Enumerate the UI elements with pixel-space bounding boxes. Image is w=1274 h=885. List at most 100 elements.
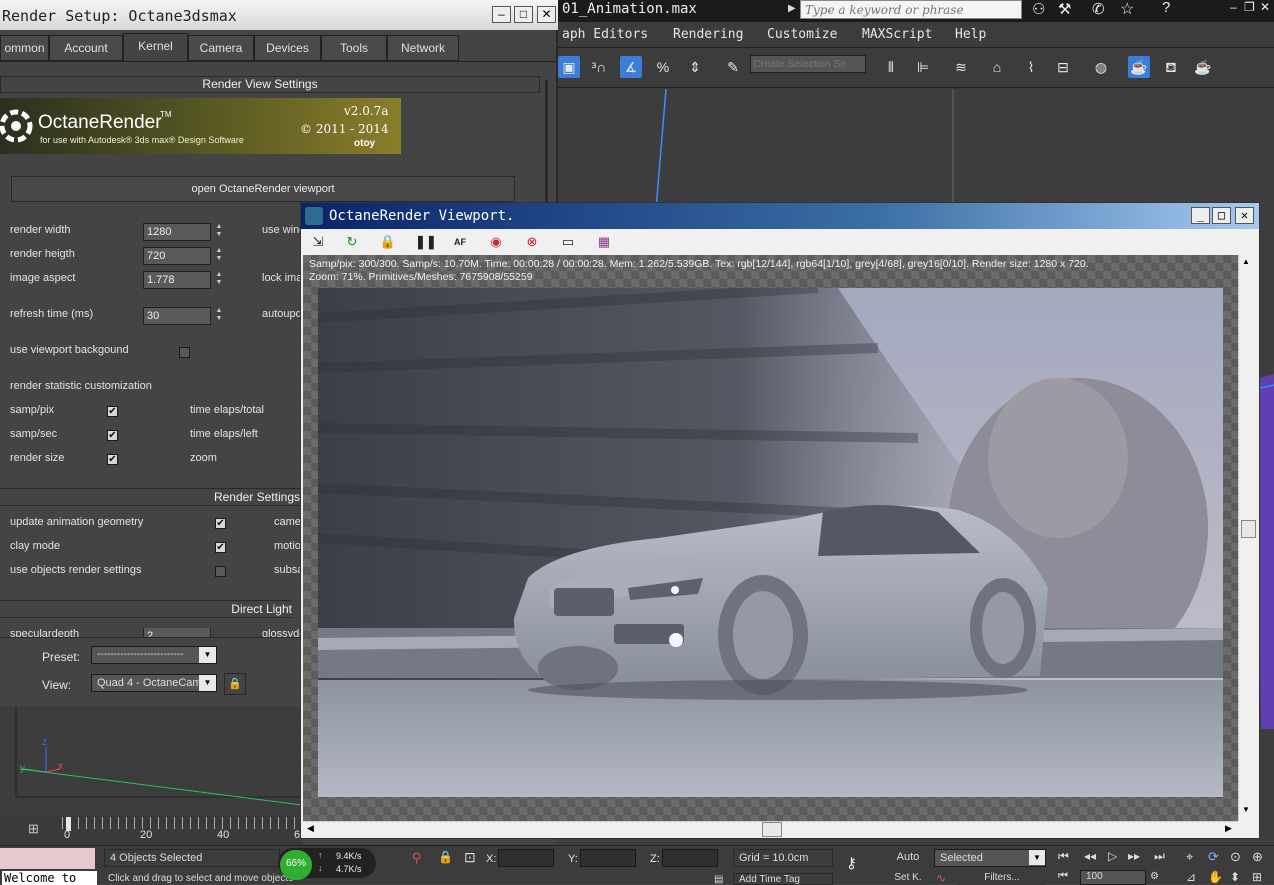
menu-maxscript[interactable]: MAXScript (862, 27, 932, 42)
menu-rendering[interactable]: Rendering (673, 27, 743, 42)
render-canvas[interactable]: Samp/pix: 300/300. Samp/s: 10.70M. Time:… (303, 255, 1238, 821)
maxscript-listener-mini[interactable] (0, 848, 95, 869)
lock-view-icon[interactable]: 🔒 (224, 673, 246, 695)
material-editor-icon[interactable]: ◍ (1090, 56, 1112, 78)
zoom-extents-icon[interactable]: ⌖ (1186, 849, 1193, 865)
schematic-view-icon[interactable]: ⊟ (1052, 56, 1074, 78)
tab-common[interactable]: ommon (0, 35, 49, 61)
render-height-field[interactable]: 720 (143, 247, 211, 265)
z-coord-field[interactable] (662, 849, 718, 867)
vertical-scrollbar[interactable]: ▲ ▼ (1238, 255, 1258, 821)
mirror-icon[interactable]: ⫴ (880, 56, 902, 78)
search-input[interactable] (800, 0, 1022, 19)
use-viewport-bg-checkbox[interactable] (179, 347, 190, 358)
open-octane-viewport-button[interactable]: open OctaneRender viewport (11, 176, 515, 202)
refresh-time-spinner[interactable]: ▲ ▼ (214, 307, 224, 325)
auto-focus-icon[interactable]: AF (451, 233, 469, 251)
auto-key-button[interactable]: Auto (888, 849, 928, 867)
ov-maximize-button[interactable]: □ (1212, 207, 1231, 224)
render-width-spinner[interactable]: ▲ ▼ (214, 223, 224, 241)
tab-tools[interactable]: Tools (321, 35, 387, 61)
binoculars-icon[interactable]: ⚇ (1032, 0, 1045, 18)
select-region-icon[interactable]: ▣ (558, 56, 580, 78)
add-time-tag[interactable]: Add Time Tag (733, 873, 833, 885)
star-icon[interactable]: ☆ (1120, 0, 1134, 19)
tab-camera[interactable]: Camera (188, 35, 254, 61)
render-height-spinner[interactable]: ▲ ▼ (214, 247, 224, 265)
time-slider[interactable]: ⊞ 0 20 40 6 (0, 817, 302, 845)
restart-render-icon[interactable]: ↻ (343, 233, 361, 251)
settings-icon[interactable]: ▦ (595, 233, 613, 251)
horizontal-scrollbar[interactable]: ◀ ▶ (303, 821, 1238, 837)
time-config-icon[interactable]: ⚙ (1150, 871, 1159, 882)
current-frame-field[interactable]: 100 (1080, 870, 1146, 885)
render-size-checkbox[interactable]: ✔ (107, 454, 118, 465)
specular-depth-field[interactable]: 2 (143, 628, 211, 637)
stop-render-icon[interactable]: ⊗ (523, 233, 541, 251)
restore-icon[interactable]: ❐ (1244, 0, 1255, 14)
isolate-icon[interactable]: ⚲ (412, 850, 422, 866)
set-key-button[interactable]: Set K. (888, 872, 928, 885)
curve-icon[interactable]: ∿ (936, 871, 946, 885)
key-icon[interactable]: ⚷ (846, 854, 857, 872)
align-icon[interactable]: ⊫ (912, 56, 934, 78)
image-aspect-spinner[interactable]: ▲ ▼ (214, 271, 224, 289)
walkthrough-icon[interactable]: ⊙ (1230, 849, 1241, 865)
key-mode-icon[interactable]: ⏮ (1058, 870, 1068, 883)
communication-icon[interactable]: ✆ (1092, 0, 1105, 18)
filters-button[interactable]: Filters... (958, 872, 1046, 885)
edit-named-selection-icon[interactable]: ✎ (722, 56, 744, 78)
prev-frame-icon[interactable]: ◂◂ (1084, 849, 1096, 863)
rendered-frame-window-icon[interactable]: ⛾ (1160, 56, 1182, 78)
play-arrow-icon[interactable]: ▶ (788, 3, 796, 14)
scroll-right-icon[interactable]: ▶ (1225, 823, 1232, 834)
welcome-text[interactable]: Welcome to (2, 871, 97, 885)
image-aspect-field[interactable]: 1.778 (143, 271, 211, 289)
snap-3d-icon[interactable]: ³∩ (588, 56, 610, 78)
ov-minimize-button[interactable]: _ (1191, 207, 1210, 224)
timeline-toggle-icon[interactable]: ⊞ (28, 821, 39, 837)
samp-sec-checkbox[interactable]: ✔ (107, 430, 118, 441)
samp-pix-checkbox[interactable]: ✔ (107, 406, 118, 417)
help-icon[interactable]: ? (1162, 0, 1170, 16)
scene-explorer-icon[interactable]: ⌂ (986, 56, 1008, 78)
tab-kernel[interactable]: Kernel (123, 33, 188, 61)
goto-start-icon[interactable]: ⏮ (1058, 849, 1069, 864)
minimize-button[interactable]: – (492, 6, 511, 23)
refresh-time-field[interactable]: 30 (143, 307, 211, 325)
perspective-viewport[interactable]: z x y (0, 707, 303, 817)
curve-editor-icon[interactable]: ⌇ (1020, 56, 1042, 78)
y-coord-field[interactable] (580, 849, 636, 867)
orbit-icon[interactable]: ⟳ (1208, 849, 1219, 865)
fov-icon[interactable]: ⊿ (1186, 870, 1196, 884)
close-icon[interactable]: ✕ (1260, 0, 1270, 14)
menu-graph-editors[interactable]: aph Editors (562, 27, 648, 42)
use-objects-checkbox[interactable] (215, 566, 226, 577)
x-coord-field[interactable] (498, 849, 554, 867)
scroll-up-icon[interactable]: ▲ (1242, 257, 1250, 266)
tab-network[interactable]: Network (387, 35, 459, 61)
preset-dropdown-arrow-icon[interactable]: ▼ (199, 647, 216, 663)
selected-dropdown-arrow-icon[interactable]: ▼ (1029, 850, 1045, 865)
time-tag-icon[interactable]: ▤ (714, 874, 723, 885)
maximize-viewport-icon[interactable]: ⊕ (1252, 849, 1263, 865)
goto-end-icon[interactable]: ⏭ (1154, 849, 1165, 864)
render-setup-icon[interactable]: ☕ (1128, 56, 1150, 78)
next-frame-icon[interactable]: ▸▸ (1128, 849, 1140, 863)
clay-mode-checkbox[interactable]: ✔ (215, 542, 226, 553)
max-toggle-icon[interactable]: ⊞ (1252, 870, 1262, 884)
pause-icon[interactable]: ❚❚ (415, 233, 437, 251)
color-picker-icon[interactable]: ◉ (487, 233, 505, 251)
tab-devices[interactable]: Devices (254, 35, 321, 61)
tab-account[interactable]: Account (49, 35, 123, 61)
minimize-icon[interactable]: – (1230, 0, 1237, 14)
play-icon[interactable]: ▷ (1108, 849, 1117, 863)
lock-icon[interactable]: 🔒 (379, 233, 397, 251)
menu-customize[interactable]: Customize (767, 27, 837, 42)
named-selection-dropdown[interactable] (750, 55, 866, 73)
absolute-mode-icon[interactable]: ⊡ (464, 849, 476, 866)
percent-snap-icon[interactable]: % (652, 56, 674, 78)
menu-help[interactable]: Help (955, 27, 986, 42)
maximize-button[interactable]: □ (514, 6, 533, 23)
dolly-icon[interactable]: ⬍ (1230, 870, 1240, 884)
